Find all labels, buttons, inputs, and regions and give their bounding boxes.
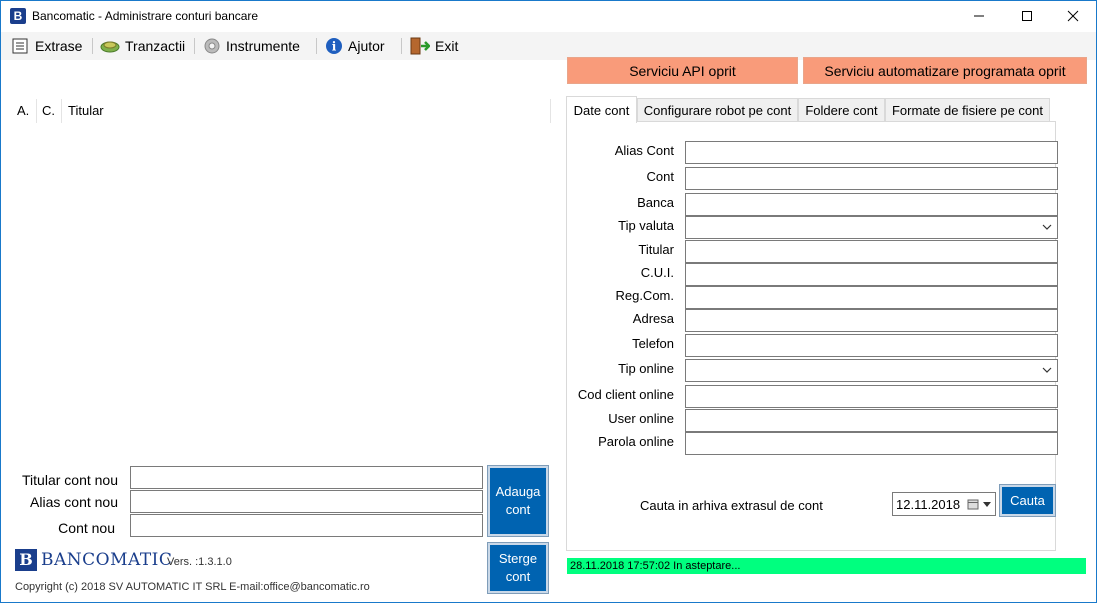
menu-exit[interactable]: Exit: [410, 36, 458, 56]
user-online-input[interactable]: [685, 409, 1058, 432]
svg-text:i: i: [332, 40, 337, 54]
new-account-input[interactable]: [130, 514, 483, 537]
minimize-icon: [974, 15, 984, 17]
field-label-reg-com: Reg.Com.: [615, 288, 674, 303]
field-label-adresa: Adresa: [632, 311, 674, 326]
menu-label: Exit: [435, 38, 459, 54]
menu-instrumente[interactable]: Instrumente: [203, 36, 300, 56]
menu-divider: [401, 38, 402, 54]
new-holder-input[interactable]: [130, 466, 483, 489]
column-header-a[interactable]: A.: [17, 103, 29, 118]
cod-client-online-input[interactable]: [685, 385, 1058, 408]
search-button[interactable]: Cauta: [1000, 485, 1055, 516]
api-service-status-button[interactable]: Serviciu API oprit: [567, 57, 798, 84]
status-bar: 28.11.2018 17:57:02 In asteptare...: [567, 558, 1086, 574]
parola-online-input[interactable]: [685, 432, 1058, 455]
tab-date-cont[interactable]: Date cont: [566, 96, 637, 123]
info-icon: i: [326, 38, 342, 54]
field-label-alias-cont: Alias Cont: [614, 143, 674, 158]
column-header-titular[interactable]: Titular: [68, 103, 104, 118]
field-label-cod-client-online: Cod client online: [577, 387, 674, 402]
field-label-tip-valuta: Tip valuta: [618, 218, 674, 233]
menu-divider: [92, 38, 93, 54]
menu-label: Instrumente: [226, 38, 300, 54]
alias-cont-input[interactable]: [685, 141, 1058, 164]
copyright-label: Copyright (c) 2018 SV AUTOMATIC IT SRL E…: [15, 581, 370, 593]
column-header-c[interactable]: C.: [42, 103, 55, 118]
telefon-input[interactable]: [685, 334, 1058, 357]
cont-input[interactable]: [685, 167, 1058, 190]
menu-extrase[interactable]: Extrase: [12, 36, 82, 56]
chevron-down-icon: [1042, 224, 1052, 230]
field-label-cont: Cont: [646, 169, 674, 184]
adresa-input[interactable]: [685, 309, 1058, 332]
dropdown-arrow-icon[interactable]: [983, 502, 991, 508]
tip-valuta-select[interactable]: [685, 216, 1058, 239]
tab-foldere-cont[interactable]: Foldere cont: [798, 98, 885, 122]
calendar-icon[interactable]: [967, 498, 979, 510]
gear-icon: [204, 38, 220, 54]
column-divider[interactable]: [550, 99, 551, 123]
app-icon: B: [10, 8, 26, 24]
exit-door-icon: [410, 37, 430, 55]
chevron-down-icon: [1042, 367, 1052, 373]
new-alias-label: Alias cont nou: [30, 494, 118, 510]
window-title: Bancomatic - Administrare conturi bancar…: [32, 9, 259, 23]
search-date-picker[interactable]: 12.11.2018: [892, 492, 996, 516]
menu-label: Extrase: [35, 38, 83, 54]
brand-logo: B BANCOMATIC: [15, 549, 172, 571]
new-account-label: Cont nou: [58, 520, 115, 536]
cui-input[interactable]: [685, 263, 1058, 286]
maximize-icon: [1022, 11, 1032, 21]
column-divider[interactable]: [61, 99, 62, 123]
new-holder-label: Titular cont nou: [22, 472, 118, 488]
delete-account-button[interactable]: Sterge cont: [488, 543, 548, 593]
field-label-parola-online: Parola online: [598, 434, 674, 449]
banca-input[interactable]: [685, 193, 1058, 216]
field-label-titular: Titular: [638, 242, 674, 257]
search-archive-label: Cauta in arhiva extrasul de cont: [640, 498, 823, 513]
field-label-tip-online: Tip online: [618, 361, 674, 376]
tip-online-select[interactable]: [685, 359, 1058, 382]
maximize-button[interactable]: [1004, 1, 1050, 31]
close-icon: [1067, 10, 1079, 22]
reg-com-input[interactable]: [685, 286, 1058, 309]
column-divider[interactable]: [36, 99, 37, 123]
field-label-banca: Banca: [637, 195, 674, 210]
new-alias-input[interactable]: [130, 490, 483, 513]
menu-divider: [316, 38, 317, 54]
menu-divider: [194, 38, 195, 54]
account-list[interactable]: [10, 97, 551, 455]
document-list-icon: [12, 38, 28, 54]
close-button[interactable]: [1050, 1, 1096, 31]
brand-logo-icon: B: [15, 549, 37, 571]
tab-formate-fisiere[interactable]: Formate de fisiere pe cont: [885, 98, 1050, 122]
money-exchange-icon: [100, 41, 120, 53]
search-date-value: 12.11.2018: [896, 496, 961, 512]
field-label-telefon: Telefon: [632, 336, 674, 351]
add-account-button[interactable]: Adauga cont: [488, 466, 548, 536]
field-label-user-online: User online: [608, 411, 674, 426]
menu-label: Tranzactii: [125, 38, 186, 54]
brand-name: BANCOMATIC: [41, 550, 173, 570]
tab-configurare-robot[interactable]: Configurare robot pe cont: [637, 98, 798, 122]
version-label: Vers. :1.3.1.0: [167, 556, 232, 568]
menu-ajutor[interactable]: i Ajutor: [325, 36, 385, 56]
menu-label: Ajutor: [348, 38, 385, 54]
minimize-button[interactable]: [956, 1, 1002, 31]
titular-input[interactable]: [685, 240, 1058, 263]
main-window: B Bancomatic - Administrare conturi banc…: [0, 0, 1097, 603]
menu-tranzactii[interactable]: Tranzactii: [100, 36, 185, 56]
field-label-cui: C.U.I.: [640, 265, 674, 280]
automation-service-status-button[interactable]: Serviciu automatizare programata oprit: [803, 57, 1087, 84]
